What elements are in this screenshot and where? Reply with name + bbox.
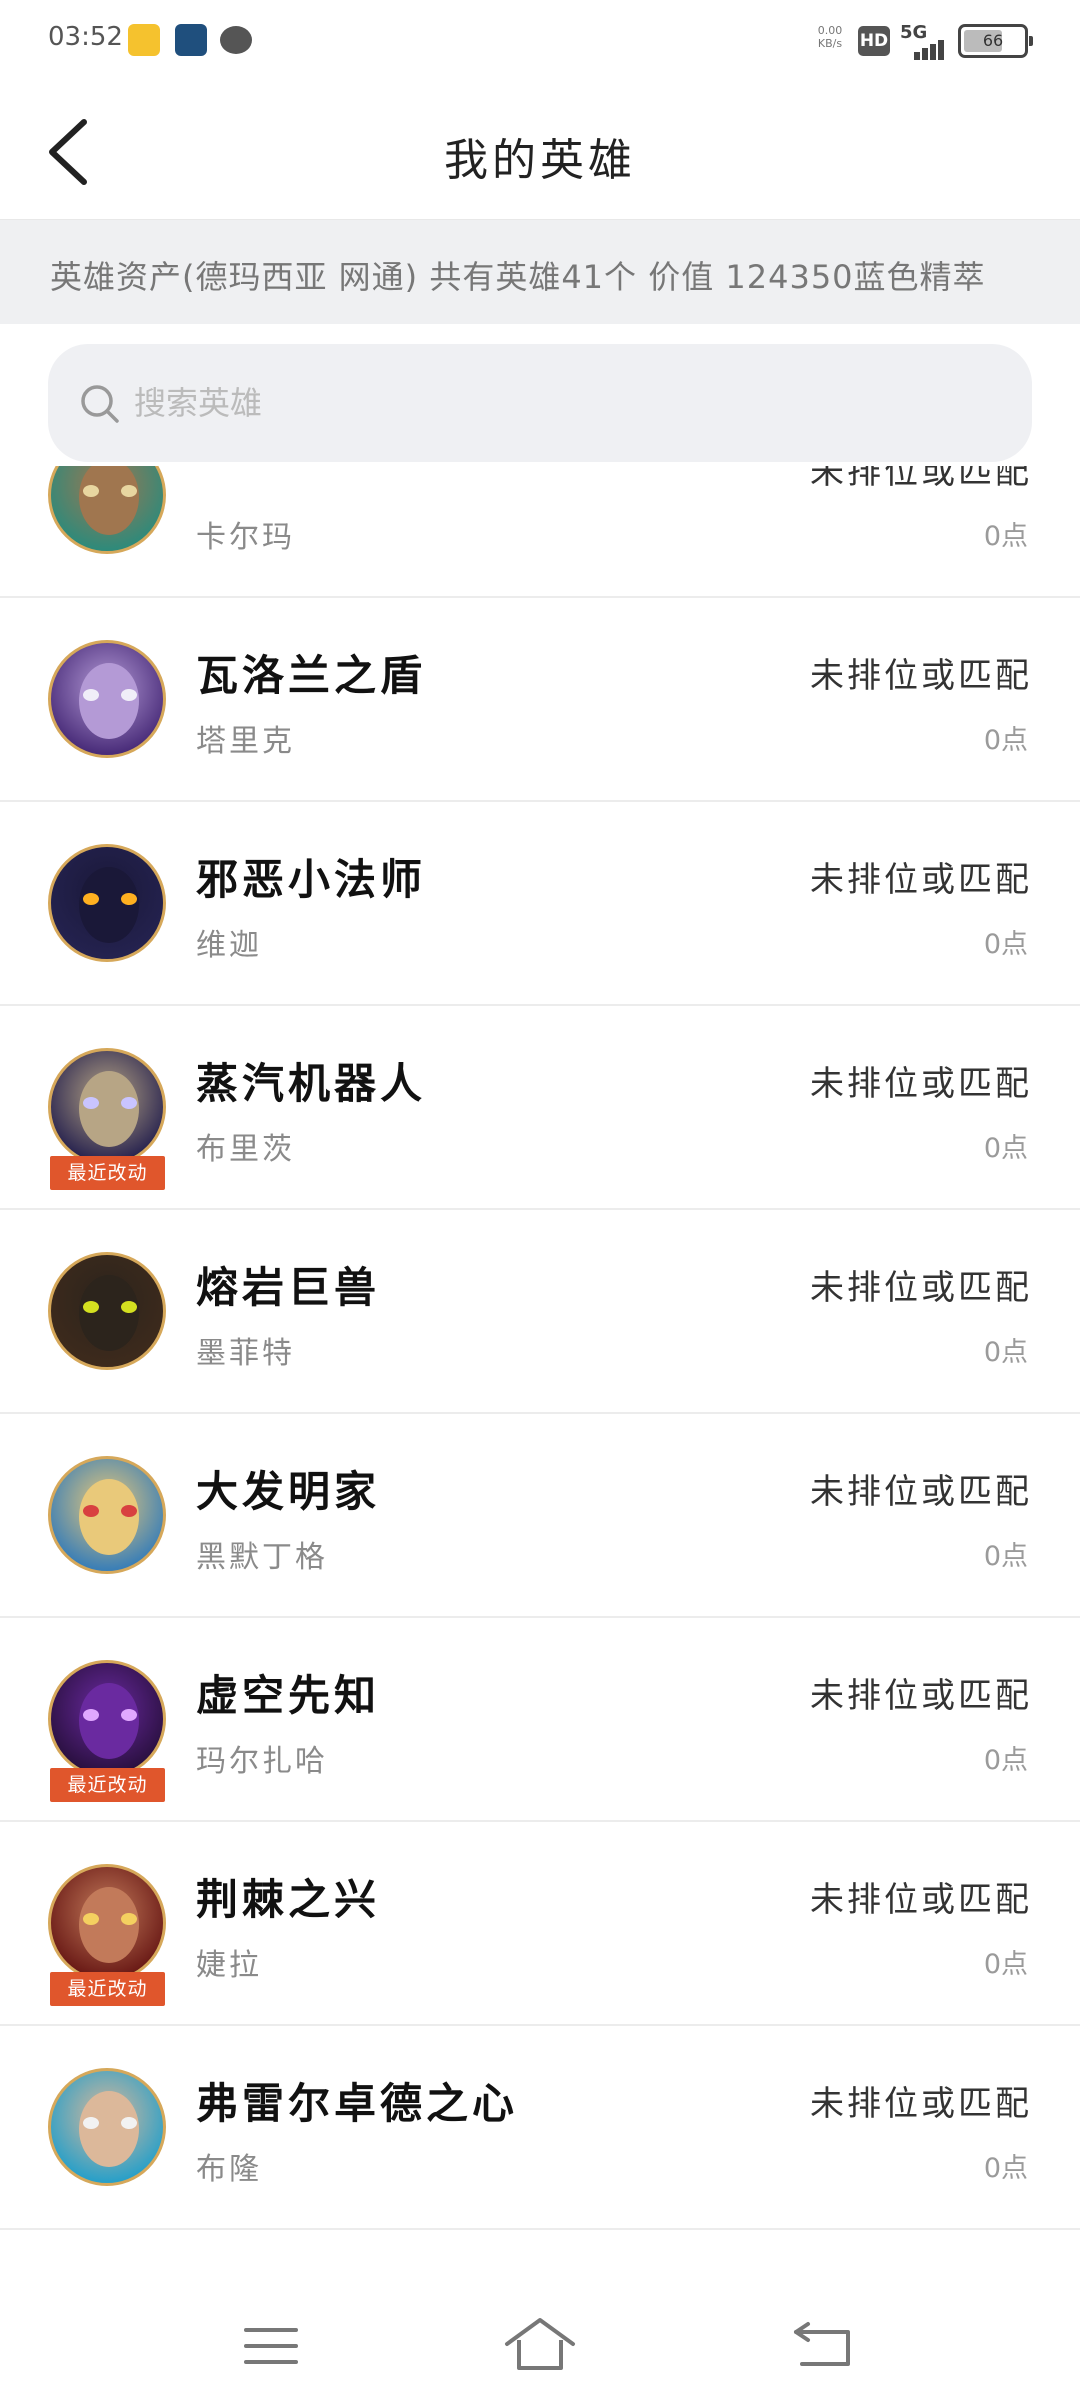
hero-points: 0点 [983, 1745, 1028, 1776]
hero-row[interactable]: 大发明家黑默丁格 未排位或匹配 0点 [0, 1414, 1080, 1618]
network-speed: 0.00 KB/s [817, 24, 843, 50]
asset-summary-text: 英雄资产(德玛西亚 网通) 共有英雄41个 价值 124350蓝色精萃 [50, 258, 986, 296]
hero-rank: 未排位或匹配 [810, 1676, 1032, 1716]
search-box[interactable] [48, 344, 1032, 462]
hero-row[interactable]: 最近改动 虚空先知玛尔扎哈 未排位或匹配 0点 [0, 1618, 1080, 1822]
hero-avatar [48, 1660, 166, 1778]
message-notification-icon [220, 26, 252, 54]
recent-change-badge: 最近改动 [50, 1156, 165, 1190]
hd-icon: HD [858, 26, 890, 56]
hero-title: 虚空先知 [196, 1671, 381, 1720]
status-bar: 03:52 0.00 KB/s HD 5G 66 [0, 0, 1080, 82]
hero-name: 布隆 [196, 2152, 262, 2187]
return-button[interactable] [768, 2306, 878, 2386]
home-button[interactable] [485, 2306, 595, 2386]
hero-avatar [48, 1252, 166, 1370]
return-icon [794, 2322, 850, 2366]
hero-rank: 未排位或匹配 [810, 656, 1032, 696]
hero-row[interactable]: 最近改动 荆棘之兴婕拉 未排位或匹配 0点 [0, 1822, 1080, 2026]
hero-title: 荆棘之兴 [196, 1875, 381, 1924]
menu-button[interactable] [216, 2306, 326, 2386]
app-notification-icon [128, 24, 160, 56]
hero-title: 熔岩巨兽 [196, 1263, 381, 1312]
hero-name: 卡尔玛 [196, 520, 295, 555]
hero-avatar [48, 2068, 166, 2186]
hero-row[interactable]: 熔岩巨兽墨菲特 未排位或匹配 0点 [0, 1210, 1080, 1414]
hero-avatar [48, 844, 166, 962]
system-nav-bar [0, 2284, 1080, 2408]
hero-row[interactable]: 卡尔玛 未排位或匹配 0点 [0, 466, 1080, 598]
hero-name: 塔里克 [196, 724, 295, 759]
hero-avatar [48, 1048, 166, 1166]
asset-summary: 英雄资产(德玛西亚 网通) 共有英雄41个 价值 124350蓝色精萃 [0, 220, 1080, 324]
hero-points: 0点 [983, 521, 1028, 552]
hero-name: 婕拉 [196, 1948, 262, 1983]
hero-title: 蒸汽机器人 [196, 1059, 427, 1108]
hero-points: 0点 [983, 1337, 1028, 1368]
status-time: 03:52 [48, 22, 123, 52]
hero-row[interactable]: 弗雷尔卓德之心布隆 未排位或匹配 0点 [0, 2026, 1080, 2230]
hero-list[interactable]: 卡尔玛 未排位或匹配 0点 瓦洛兰之盾 塔里克 未排位或匹配 0点 邪恶小法师 维迦 未排位或匹配… [0, 466, 1080, 2284]
hero-avatar [48, 466, 166, 554]
search-icon [81, 385, 119, 423]
battery-level: 66 [982, 31, 1004, 50]
recent-change-badge: 最近改动 [50, 1768, 165, 1802]
hero-name: 布里茨 [196, 1132, 295, 1167]
hero-avatar [48, 1456, 166, 1574]
search-input[interactable] [134, 372, 994, 434]
hero-row[interactable]: 邪恶小法师维迦 未排位或匹配 0点 [0, 802, 1080, 1006]
hero-rank: 未排位或匹配 [810, 1472, 1032, 1512]
recent-change-badge: 最近改动 [50, 1972, 165, 2006]
hero-rank: 未排位或匹配 [810, 860, 1032, 900]
hero-points: 0点 [983, 1133, 1028, 1164]
menu-icon [244, 2328, 298, 2364]
hero-points: 0点 [983, 929, 1028, 960]
hero-title: 弗雷尔卓德之心 [196, 2079, 519, 2128]
hero-name: 维迦 [196, 928, 262, 963]
hero-row[interactable]: 最近改动 蒸汽机器人布里茨 未排位或匹配 0点 [0, 1006, 1080, 1210]
hero-title: 瓦洛兰之盾 [196, 651, 427, 700]
hero-rank: 未排位或匹配 [810, 1880, 1032, 1920]
battery-icon: 66 [958, 24, 1033, 58]
hero-rank: 未排位或匹配 [810, 1064, 1032, 1104]
app-notification-icon [175, 24, 207, 56]
hero-title: 邪恶小法师 [196, 855, 427, 904]
hero-name: 玛尔扎哈 [196, 1744, 328, 1779]
header: 我的英雄 [0, 82, 1080, 220]
hero-points: 0点 [983, 1949, 1028, 1980]
signal-icon: 5G [900, 22, 950, 60]
hero-rank: 未排位或匹配 [810, 466, 1032, 492]
hero-rank: 未排位或匹配 [810, 1268, 1032, 1308]
home-icon [505, 2318, 575, 2370]
hero-name: 黑默丁格 [196, 1540, 328, 1575]
hero-row[interactable]: 瓦洛兰之盾塔里克 未排位或匹配 0点 [0, 598, 1080, 802]
hero-title: 大发明家 [196, 1467, 381, 1516]
hero-rank: 未排位或匹配 [810, 2084, 1032, 2124]
hero-avatar [48, 640, 166, 758]
page-title: 我的英雄 [444, 135, 636, 186]
hero-points: 0点 [983, 2153, 1028, 2184]
hero-points: 0点 [983, 725, 1028, 756]
hero-points: 0点 [983, 1541, 1028, 1572]
hero-avatar [48, 1864, 166, 1982]
hero-name: 墨菲特 [196, 1336, 295, 1371]
